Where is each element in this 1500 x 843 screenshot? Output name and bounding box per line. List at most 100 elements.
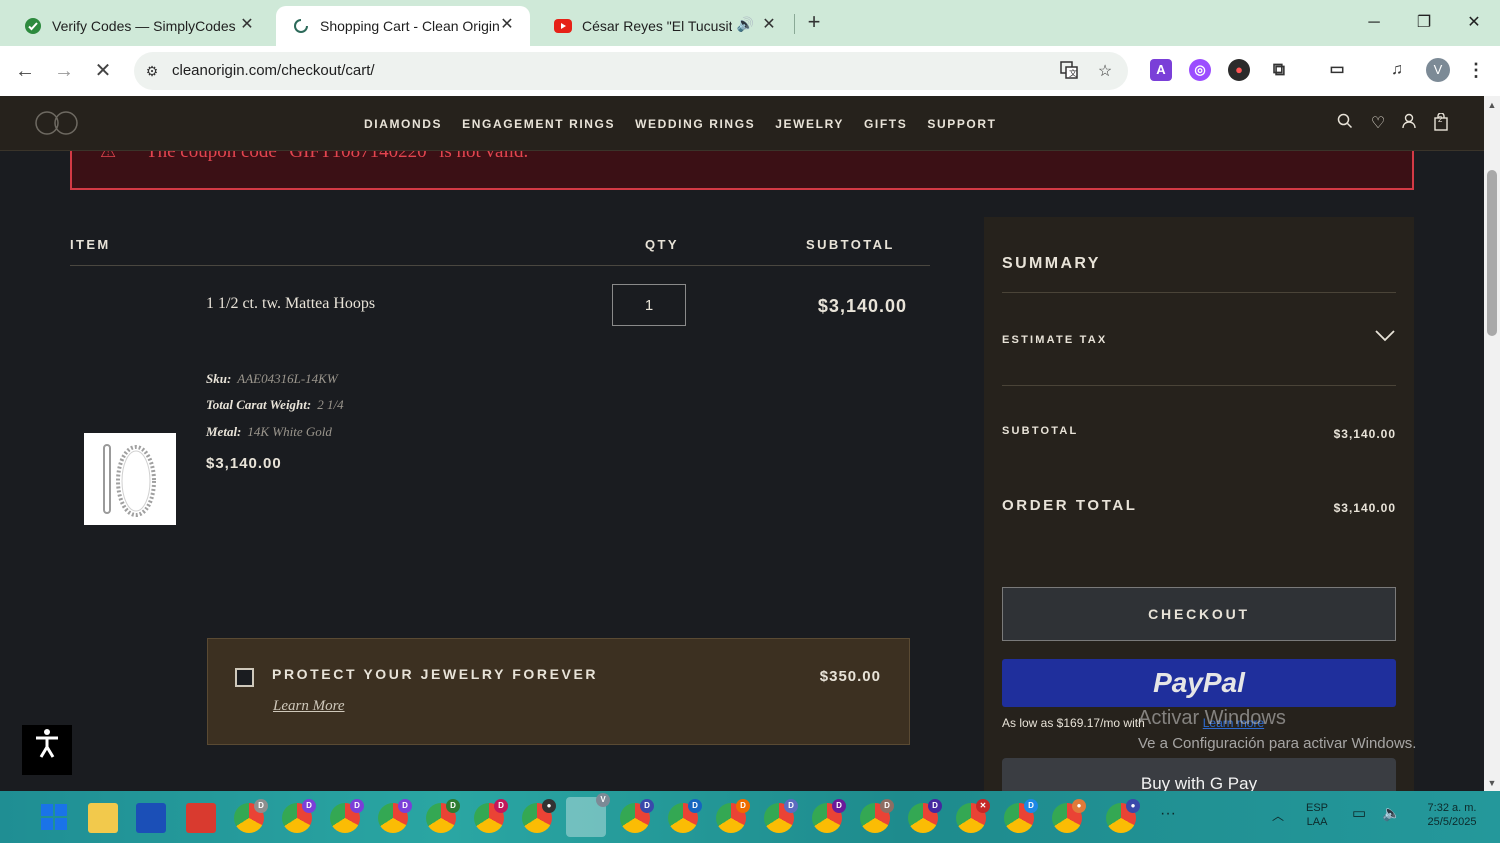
restore-icon[interactable]: ❐ — [1409, 8, 1439, 38]
nav-diamonds[interactable]: DIAMONDS — [364, 117, 442, 131]
extensions-puzzle-icon[interactable]: ⧉ — [1268, 59, 1290, 81]
metal-value: 14K White Gold — [247, 424, 332, 439]
page-scrollbar[interactable]: ▲ ▼ — [1484, 96, 1500, 791]
scroll-down-arrow-icon[interactable]: ▼ — [1487, 778, 1497, 788]
input-language-indicator[interactable]: ESP LAA — [1306, 801, 1328, 829]
column-header-qty: QTY — [645, 237, 679, 252]
chrome-profile-icon[interactable]: ✕ — [956, 799, 990, 833]
back-icon[interactable]: ← — [12, 58, 38, 84]
network-icon[interactable]: ▭ — [1352, 806, 1366, 821]
chrome-profile-icon[interactable]: D — [234, 799, 268, 833]
nav-wedding-rings[interactable]: WEDDING RINGS — [635, 117, 755, 131]
bookmark-star-icon[interactable]: ☆ — [1094, 61, 1116, 83]
menu-kebab-icon[interactable]: ⋮ — [1465, 59, 1487, 81]
chrome-active-window-icon[interactable]: V — [566, 793, 610, 837]
subtotal-label: SUBTOTAL — [1002, 425, 1079, 437]
show-hidden-icons-chevron-icon[interactable]: ︿ — [1272, 809, 1284, 823]
chrome-profile-icon[interactable]: D — [474, 799, 508, 833]
scroll-up-arrow-icon[interactable]: ▲ — [1487, 100, 1497, 110]
microsoft-store-icon[interactable] — [136, 803, 166, 833]
url-text[interactable]: cleanorigin.com/checkout/cart/ — [172, 62, 375, 79]
checkout-button[interactable]: CHECKOUT — [1002, 587, 1396, 641]
chrome-profile-icon[interactable]: D — [764, 799, 798, 833]
product-carat-weight: Total Carat Weight: 2 1/4 — [206, 397, 344, 413]
product-subtotal: $3,140.00 — [817, 296, 907, 316]
chrome-profile-icon[interactable]: D — [378, 799, 412, 833]
chrome-profile-icon[interactable]: D — [282, 799, 316, 833]
tab-title: César Reyes "El Tucusito" - \ — [582, 18, 732, 34]
nav-engagement-rings[interactable]: ENGAGEMENT RINGS — [462, 117, 615, 131]
error-icon: ⚠ — [100, 151, 117, 161]
volume-icon[interactable]: 🔈 — [1382, 806, 1401, 821]
chrome-profile-icon[interactable]: D — [860, 799, 894, 833]
wishlist-heart-icon[interactable]: ♡ — [1367, 113, 1389, 135]
windows-taskbar: D D D D D D ● V D D D D D D D ✕ D ● ● ··… — [0, 791, 1500, 843]
new-tab-button[interactable]: + — [802, 10, 826, 34]
estimate-tax-toggle[interactable]: ESTIMATE TAX — [1002, 334, 1107, 346]
close-window-icon[interactable]: ✕ — [1459, 8, 1489, 38]
product-metal: Metal: 14K White Gold — [206, 424, 332, 440]
extension-spy-icon[interactable]: ● — [1228, 59, 1250, 81]
product-name[interactable]: 1 1/2 ct. tw. Mattea Hoops — [206, 295, 375, 313]
account-icon[interactable] — [1398, 113, 1420, 135]
chevron-down-icon[interactable] — [1374, 327, 1396, 343]
stop-loading-icon[interactable]: ✕ — [90, 58, 116, 84]
search-icon[interactable] — [1334, 113, 1356, 135]
forward-icon[interactable]: → — [51, 58, 77, 84]
nav-support[interactable]: SUPPORT — [927, 117, 996, 131]
profile-avatar[interactable]: V — [1426, 58, 1450, 82]
close-tab-icon[interactable]: ✕ — [238, 16, 256, 34]
tab-youtube[interactable]: César Reyes "El Tucusito" - \ 🔊 ✕ — [538, 6, 792, 46]
chrome-profile-icon[interactable]: ● — [522, 799, 556, 833]
tab-search-icon[interactable]: ▭ — [1326, 59, 1348, 81]
chrome-profile-icon[interactable]: D — [1004, 799, 1038, 833]
carat-label: Total Carat Weight: — [206, 397, 312, 412]
chrome-profile-icon[interactable]: D — [716, 799, 750, 833]
simplycodes-icon — [24, 17, 42, 35]
paypal-note-text: As low as $169.17/mo with — [1002, 716, 1145, 730]
translate-icon[interactable]: 文 — [1058, 61, 1080, 83]
chrome-profile-icon[interactable]: D — [668, 799, 702, 833]
clock[interactable]: 7:32 a. m. 25/5/2025 — [1412, 801, 1492, 829]
chrome-profile-icon[interactable]: D — [812, 799, 846, 833]
svg-text:文: 文 — [1069, 68, 1077, 78]
media-control-icon[interactable]: ♫ — [1386, 59, 1408, 81]
windows-start-icon[interactable] — [40, 803, 70, 833]
paypal-button[interactable]: PayPal — [1002, 659, 1396, 707]
protection-plan-title: PROTECT YOUR JEWELRY FOREVER — [272, 666, 599, 682]
scrollbar-thumb[interactable] — [1487, 170, 1497, 336]
protection-plan-price: $350.00 — [819, 668, 881, 685]
close-tab-icon[interactable]: ✕ — [760, 16, 778, 34]
youtube-icon — [554, 17, 572, 35]
cart-bag-icon[interactable]: 2 — [1430, 112, 1452, 135]
anydesk-icon[interactable] — [186, 803, 216, 833]
site-info-icon[interactable]: ⚙ — [142, 61, 162, 81]
loading-spinner-icon — [292, 17, 310, 35]
chrome-profile-icon[interactable]: D — [620, 799, 654, 833]
quantity-input[interactable] — [612, 284, 686, 326]
nav-gifts[interactable]: GIFTS — [864, 117, 907, 131]
address-bar[interactable]: ⚙ cleanorigin.com/checkout/cart/ 文 ☆ — [134, 52, 1128, 90]
chrome-profile-icon[interactable]: D — [426, 799, 460, 833]
extension-purple-icon[interactable]: ◎ — [1189, 59, 1211, 81]
protection-plan-checkbox[interactable] — [235, 668, 254, 687]
chrome-profile-icon[interactable]: D — [908, 799, 942, 833]
tab-shopping-cart[interactable]: Shopping Cart - Clean Origin ✕ — [276, 6, 530, 46]
nav-jewelry[interactable]: JEWELRY — [775, 117, 844, 131]
accessibility-icon[interactable] — [22, 725, 72, 775]
protection-plan-box: PROTECT YOUR JEWELRY FOREVER $350.00 Lea… — [207, 638, 910, 745]
more-apps-icon[interactable]: ··· — [1160, 806, 1176, 822]
extension-a-icon[interactable]: A — [1150, 59, 1172, 81]
audio-playing-icon[interactable]: 🔊 — [737, 16, 754, 33]
chrome-profile-icon[interactable]: ● — [1052, 799, 1086, 833]
minimize-icon[interactable]: ─ — [1359, 8, 1389, 38]
chrome-profile-icon[interactable]: D — [330, 799, 364, 833]
clean-origin-logo[interactable] — [34, 108, 80, 138]
chrome-profile-icon[interactable]: ● — [1106, 799, 1140, 833]
tab-simplycodes[interactable]: Verify Codes — SimplyCodes ✕ — [8, 6, 270, 46]
learn-more-link[interactable]: Learn More — [273, 698, 345, 715]
google-pay-button[interactable]: Buy with G Pay — [1002, 758, 1396, 791]
file-explorer-icon[interactable] — [88, 803, 118, 833]
close-tab-icon[interactable]: ✕ — [498, 16, 516, 34]
product-image[interactable] — [84, 433, 176, 525]
